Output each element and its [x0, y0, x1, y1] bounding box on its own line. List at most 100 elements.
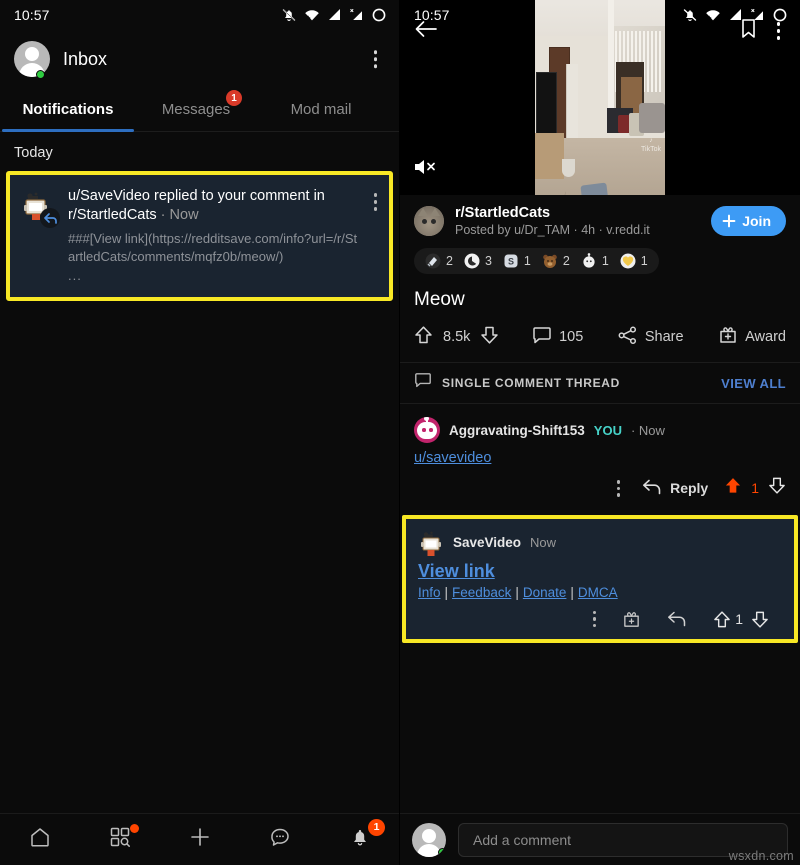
notification-title-meta: · Now — [156, 207, 199, 223]
post-meta: Posted by u/Dr_TAM · 4h · v.redd.it — [455, 223, 650, 237]
link-separator: | — [570, 584, 574, 600]
bot-comment-downvote-button[interactable] — [743, 606, 782, 633]
notification-item[interactable]: u/SaveVideo replied to your comment in r… — [10, 175, 389, 297]
tab-notifications[interactable]: Notifications — [0, 88, 136, 132]
tab-messages[interactable]: Messages 1 — [136, 88, 256, 131]
post-vote-group[interactable]: 8.5k — [414, 325, 499, 349]
bot-comment-author[interactable]: SaveVideo — [453, 535, 521, 550]
kebab-dot — [592, 623, 597, 628]
bot-comment-overflow-button[interactable] — [580, 607, 610, 632]
kebab-dot — [616, 493, 621, 497]
comment-mention-link[interactable]: u/savevideo — [414, 450, 491, 466]
award-count: 2 — [446, 254, 453, 268]
post-title: Meow — [414, 289, 465, 310]
kebab-dot — [373, 193, 377, 197]
snoo-face — [417, 422, 437, 439]
reply-arrow-icon — [668, 611, 686, 627]
join-button[interactable]: Join — [711, 206, 786, 236]
notification-body: u/SaveVideo replied to your comment in r… — [68, 187, 379, 283]
nav-notifications-button[interactable]: 1 — [333, 818, 387, 862]
messages-badge: 1 — [226, 90, 242, 106]
snoo-eye-right — [429, 428, 433, 432]
subreddit-avatar[interactable] — [414, 206, 444, 236]
kebab-dot — [373, 64, 377, 68]
nav-create-button[interactable] — [173, 818, 227, 862]
upvote-arrow-icon[interactable] — [414, 325, 433, 349]
award-item[interactable]: 1 — [620, 253, 648, 269]
highlighted-bot-comment[interactable]: SaveVideo Now View link Info | Feedback | Do… — [402, 514, 798, 643]
comment-vote-group[interactable]: 1 — [724, 476, 786, 500]
cat-eye-right — [431, 219, 436, 224]
kebab-dot — [373, 57, 377, 61]
award-gift-icon — [624, 611, 640, 627]
share-label: Share — [644, 329, 684, 345]
award-item[interactable]: 2 — [425, 253, 453, 269]
post-award-button[interactable]: Award — [718, 325, 786, 349]
cable — [538, 184, 567, 195]
signal-icon — [728, 8, 743, 22]
plus-icon — [187, 824, 213, 855]
silver-award-icon — [425, 253, 441, 269]
highlighted-notification-card[interactable]: u/SaveVideo replied to your comment in r… — [6, 171, 393, 301]
bot-comment-award-button[interactable] — [609, 606, 654, 633]
info-link[interactable]: Info — [418, 585, 441, 600]
bot-comment-header: SaveVideo Now — [418, 529, 782, 557]
bot-comment-upvote-button[interactable] — [700, 606, 735, 633]
post-share-button[interactable]: Share — [618, 326, 684, 349]
snoo-eye-left — [422, 428, 426, 432]
bot-comment-reply-button[interactable] — [654, 607, 700, 631]
gold-heart-award-icon — [620, 253, 636, 269]
tiktok-watermark: ♪ TikTok — [641, 136, 661, 153]
page-title: Inbox — [63, 48, 108, 69]
awards-row[interactable]: 2 3 S 1 2 1 1 — [414, 248, 659, 274]
nav-chat-button[interactable] — [253, 818, 307, 862]
volume-muted-icon[interactable] — [412, 156, 440, 183]
cat-ear-left — [418, 208, 428, 216]
comment-author[interactable]: Aggravating-Shift153 — [449, 423, 585, 438]
award-item[interactable]: 2 — [542, 253, 570, 269]
donate-link[interactable]: Donate — [523, 585, 567, 600]
comment-header: Aggravating-Shift153 YOU · Now — [414, 417, 786, 443]
striped-towel — [580, 182, 610, 195]
user-avatar[interactable] — [14, 41, 50, 77]
comment-overflow-button[interactable] — [607, 474, 631, 503]
savevideo-avatar[interactable] — [418, 529, 444, 557]
award-item[interactable]: 3 — [464, 253, 492, 269]
notifications-badge: 1 — [368, 818, 385, 836]
reply-arrow-icon — [642, 479, 662, 498]
pet-bowl — [562, 158, 576, 177]
award-item[interactable]: S 1 — [503, 253, 531, 269]
tab-mod-mail[interactable]: Mod mail — [256, 88, 386, 131]
award-gift-icon — [718, 325, 738, 349]
notification-overflow-button[interactable] — [370, 189, 382, 215]
downvote-arrow-icon[interactable] — [480, 325, 499, 349]
view-link[interactable]: View link — [418, 561, 495, 582]
nav-home-button[interactable] — [13, 818, 67, 862]
inbox-overflow-button[interactable] — [368, 44, 384, 74]
dmca-link[interactable]: DMCA — [578, 585, 618, 600]
status-bar-right: 10:57 — [400, 0, 800, 30]
award-count: 3 — [484, 254, 492, 268]
tab-label: Notifications — [22, 101, 114, 118]
plus-icon — [722, 214, 736, 228]
feedback-link[interactable]: Feedback — [452, 585, 511, 600]
television — [536, 72, 558, 139]
post-comments-button[interactable]: 105 — [532, 326, 583, 349]
battery-circle-icon — [772, 7, 788, 23]
view-all-button[interactable]: VIEW ALL — [721, 376, 786, 391]
comment-placeholder: Add a comment — [473, 831, 572, 848]
downvote-arrow-icon[interactable] — [768, 476, 786, 500]
signal-no-sim-icon — [349, 8, 364, 22]
helpful-award-icon — [464, 253, 480, 269]
award-item[interactable]: 1 — [581, 253, 609, 269]
cat-eye-left — [422, 219, 427, 224]
nav-discover-button[interactable] — [93, 818, 147, 862]
composer-avatar[interactable] — [412, 822, 446, 857]
commenter-avatar[interactable] — [414, 417, 440, 443]
inbox-tabs: Notifications Messages 1 Mod mail — [0, 88, 399, 132]
subreddit-name[interactable]: r/StartledCats — [455, 205, 711, 221]
status-time: 10:57 — [414, 7, 450, 23]
upvote-arrow-icon[interactable] — [724, 476, 742, 500]
comment-reply-button[interactable]: Reply — [630, 479, 724, 498]
bot-comment-actions: 1 — [418, 606, 782, 633]
